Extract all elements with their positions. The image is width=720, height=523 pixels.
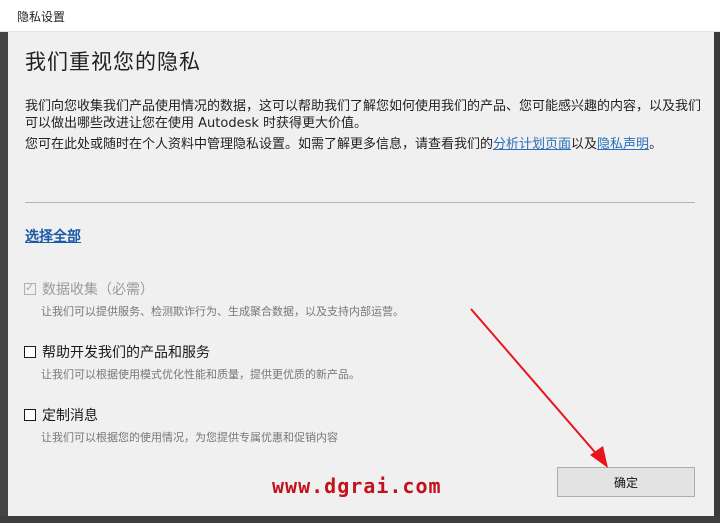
option-product-development: 帮助开发我们的产品和服务 让我们可以根据使用模式优化性能和质量，提供更优质的新产… — [24, 342, 584, 382]
data-collection-label: 数据收集（必需） — [42, 282, 154, 298]
customized-messages-checkbox[interactable] — [24, 409, 36, 421]
manage-paragraph: 您可在此处或随时在个人资料中管理隐私设置。如需了解更多信息，请查看我们的分析计划… — [25, 136, 701, 153]
intro-paragraph: 我们向您收集我们产品使用情况的数据，这可以帮助我们了解您如何使用我们的产品、您可… — [25, 99, 702, 131]
privacy-settings-window: 隐私设置 我们重视您的隐私 我们向您收集我们产品使用情况的数据，这可以帮助我们了… — [0, 0, 720, 523]
background-left-strip — [0, 32, 8, 523]
analytics-program-link[interactable]: 分析计划页面 — [493, 137, 571, 152]
manage-text-mid: 以及 — [571, 137, 598, 152]
option-customized-messages: 定制消息 让我们可以根据您的使用情况，为您提供专属优惠和促销内容 — [24, 405, 584, 445]
page-title: 我们重视您的隐私 — [25, 50, 201, 74]
dialog-content: 我们重视您的隐私 我们向您收集我们产品使用情况的数据，这可以帮助我们了解您如何使… — [8, 32, 714, 516]
customized-messages-label[interactable]: 定制消息 — [42, 405, 98, 425]
manage-text-before: 您可在此处或随时在个人资料中管理隐私设置。如需了解更多信息，请查看我们的 — [25, 137, 494, 152]
privacy-statement-link[interactable]: 隐私声明 — [597, 137, 649, 152]
background-right-strip — [714, 32, 720, 523]
title-bar: 隐私设置 — [0, 0, 720, 32]
ok-button[interactable]: 确定 — [557, 467, 695, 497]
option-data-collection: ✓ 数据收集（必需） 让我们可以提供服务、检测欺诈行为、生成聚合数据，以及支持内… — [24, 279, 584, 319]
manage-text-after: 。 — [649, 137, 663, 152]
product-development-label[interactable]: 帮助开发我们的产品和服务 — [42, 342, 210, 362]
site-watermark: www.dgrai.com — [272, 474, 442, 498]
window-title: 隐私设置 — [17, 10, 66, 24]
section-divider — [25, 202, 695, 203]
checkmark-icon: ✓ — [25, 281, 35, 294]
select-all-link[interactable]: 选择全部 — [25, 226, 81, 246]
customized-messages-description: 让我们可以根据您的使用情况，为您提供专属优惠和促销内容 — [41, 431, 338, 444]
product-development-description: 让我们可以根据使用模式优化性能和质量，提供更优质的新产品。 — [41, 368, 360, 381]
product-development-checkbox[interactable] — [24, 346, 36, 358]
background-bottom-strip — [0, 516, 720, 523]
data-collection-checkbox[interactable]: ✓ — [24, 281, 36, 295]
data-collection-description: 让我们可以提供服务、检测欺诈行为、生成聚合数据，以及支持内部运营。 — [41, 305, 404, 318]
